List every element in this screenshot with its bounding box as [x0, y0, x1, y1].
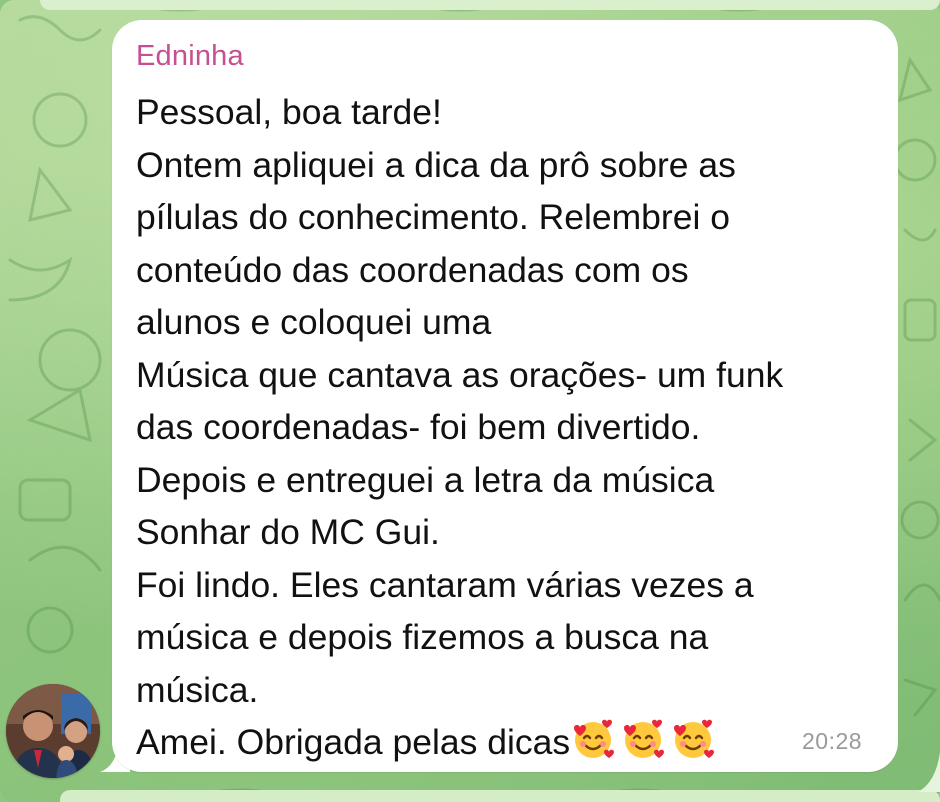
sender-name[interactable]: Edninha: [136, 40, 244, 73]
message-line: música e depois fizemos a busca na: [136, 617, 709, 657]
message-text: Pessoal, boa tarde! Ontem apliquei a dic…: [136, 86, 886, 769]
next-message-edge: [60, 790, 940, 802]
message-line: Depois e entreguei a letra da música: [136, 459, 715, 500]
message-last-line: Amei. Obrigada pelas dicas: [136, 716, 886, 769]
message-line: das coordenadas- foi bem divertido.: [136, 407, 701, 447]
message-bubble[interactable]: Edninha Pessoal, boa tarde! Ontem apliqu…: [112, 20, 898, 772]
message-line: Amei. Obrigada pelas dicas: [136, 722, 571, 762]
scroll-edge: [918, 752, 940, 792]
message-line: pílulas do conhecimento. Relembrei o: [136, 197, 730, 237]
smiling-face-with-hearts-icon: [674, 719, 715, 758]
message-line: música.: [136, 669, 259, 710]
message-line: conteúdo das coordenadas com os: [136, 249, 689, 290]
previous-message-edge: [40, 0, 940, 10]
message-line: Música que cantava as orações- um funk: [136, 354, 784, 395]
message-line: Sonhar do MC Gui.: [136, 512, 440, 552]
message-timestamp: 20:28: [802, 728, 863, 754]
message-line: Ontem apliquei a dica da prô sobre as: [136, 144, 736, 185]
message-line: Foi lindo. Eles cantaram várias vezes a: [136, 564, 754, 605]
avatar-photo-icon: [6, 684, 100, 778]
message-line: Pessoal, boa tarde!: [136, 92, 442, 132]
smiling-face-with-hearts-icon: [574, 719, 615, 758]
smiling-face-with-hearts-icon: [624, 719, 665, 758]
sender-avatar[interactable]: [6, 684, 100, 778]
message-line: alunos e coloquei uma: [136, 302, 492, 342]
